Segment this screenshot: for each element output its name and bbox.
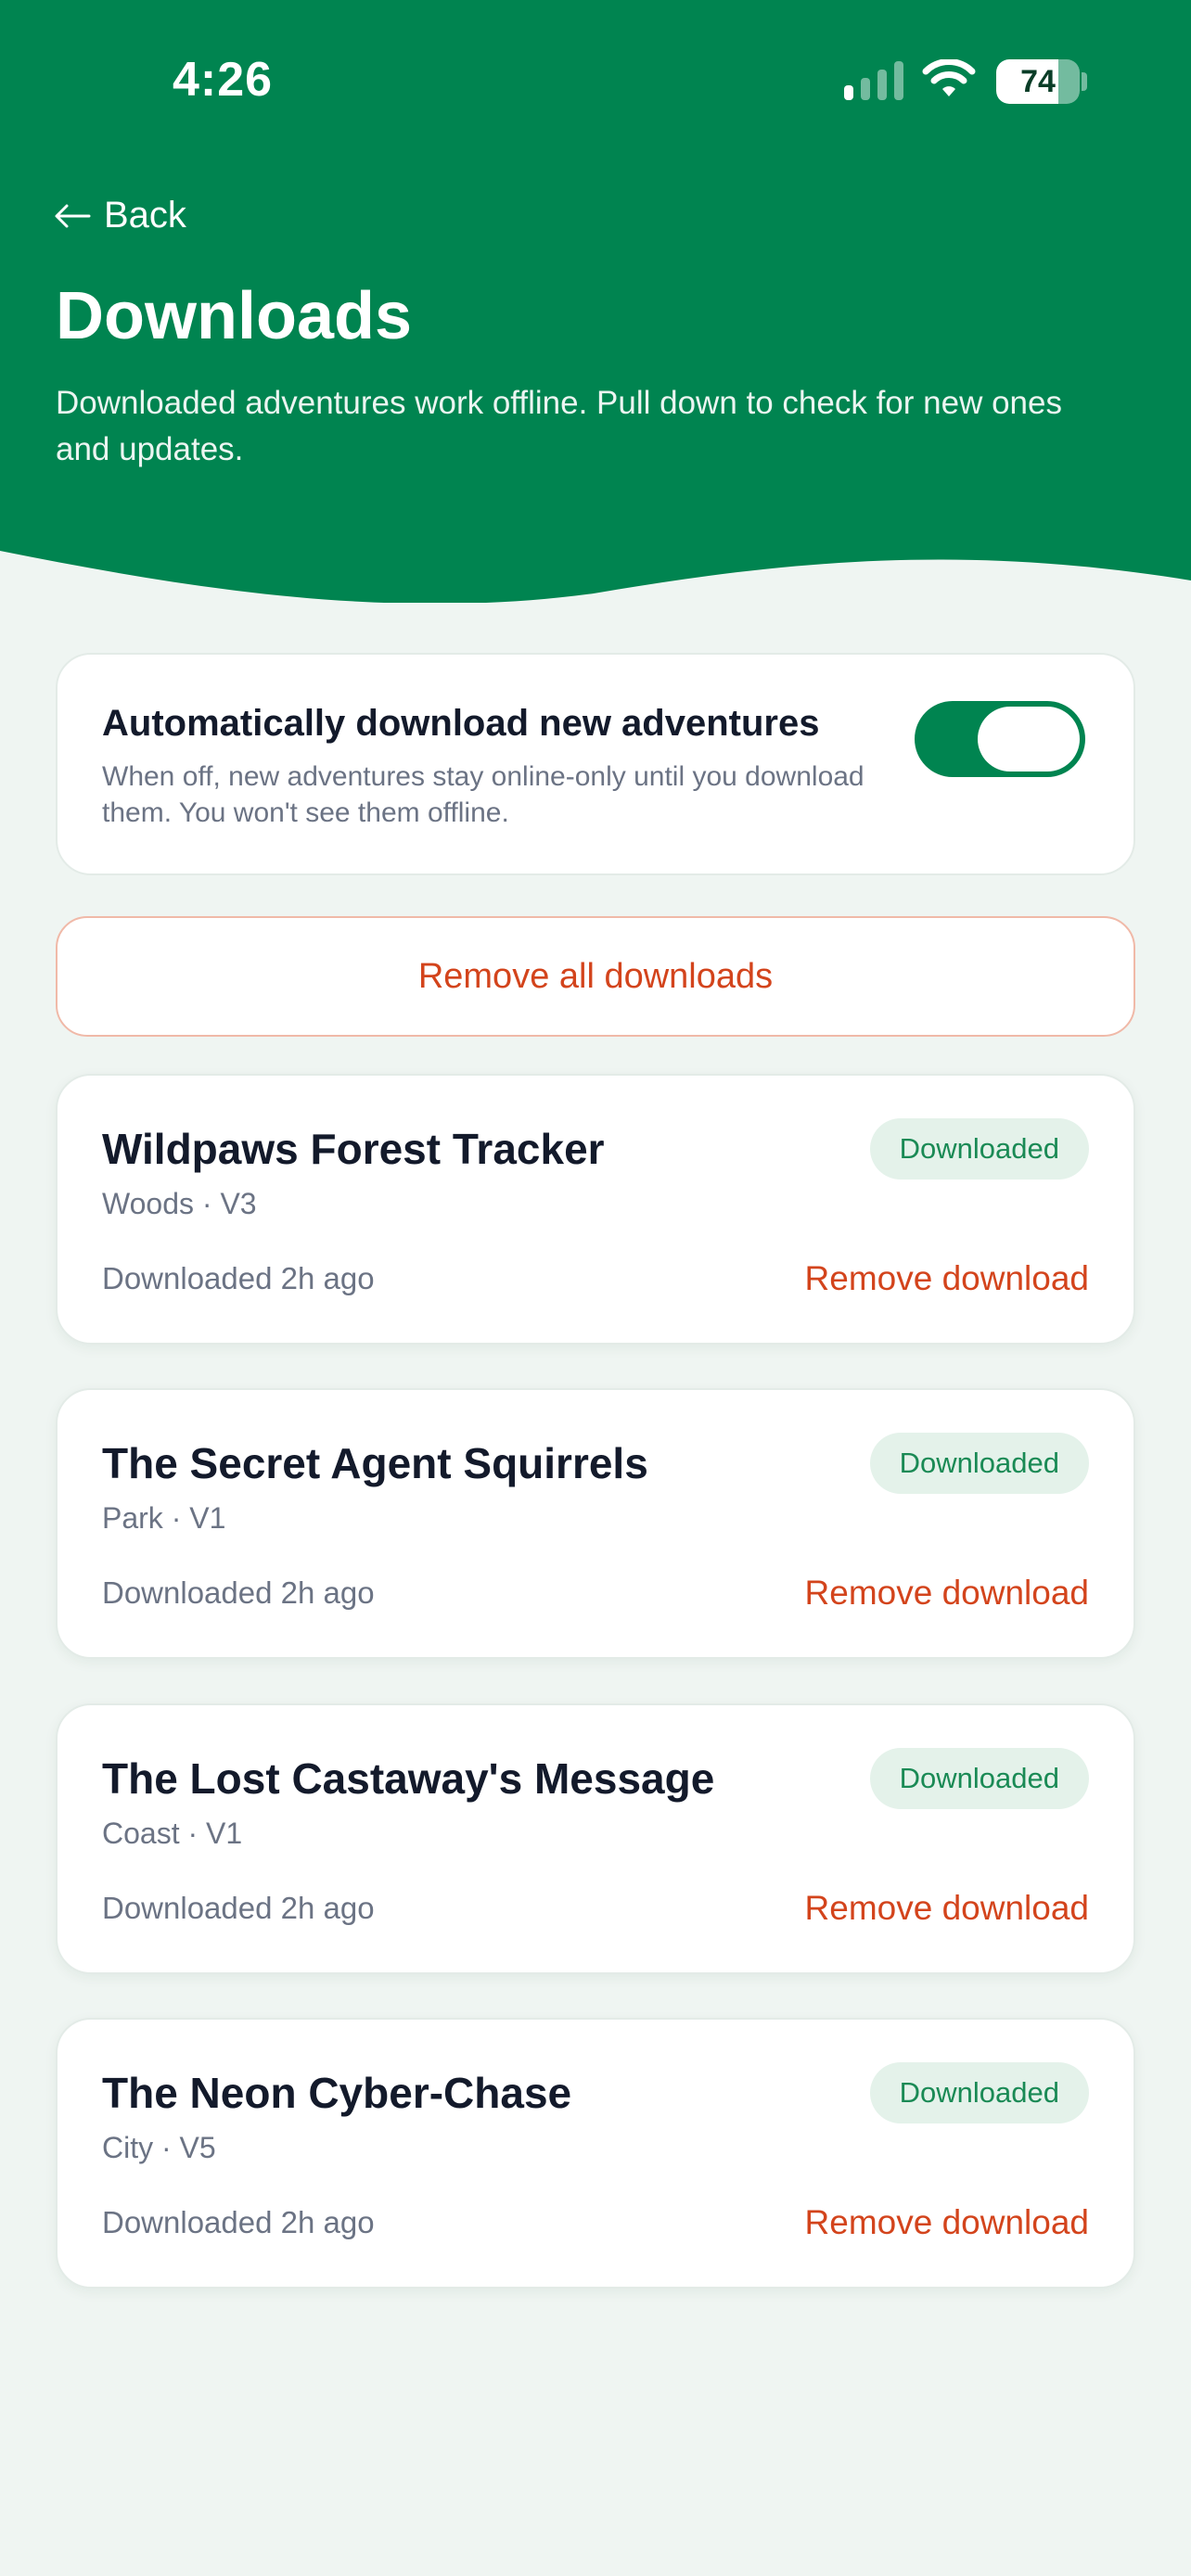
adventure-meta: Woods · V3 [102,1187,257,1220]
remove-download-button[interactable]: Remove download [805,1889,1089,1928]
auto-download-description: When off, new adventures stay online-onl… [102,761,864,828]
page-subtitle: Downloaded adventures work offline. Pull… [56,385,1062,467]
back-label: Back [104,195,186,236]
header-wave [0,551,1191,621]
auto-download-card: Automatically download new adventures Wh… [56,653,1135,875]
adventure-title: Wildpaws Forest Tracker [102,1125,605,1173]
status-bar: 4:26 74 [0,0,1191,158]
remove-download-button[interactable]: Remove download [805,1574,1089,1613]
download-time: Downloaded 2h ago [102,1891,375,1925]
downloaded-badge: Downloaded [869,1748,1089,1809]
adventure-card: Wildpaws Forest Tracker Woods · V3 Downl… [56,1074,1135,1345]
auto-download-toggle[interactable] [915,701,1085,777]
status-time: 4:26 [173,53,274,107]
downloaded-badge: Downloaded [869,1433,1089,1494]
adventure-card: The Lost Castaway's Message Coast · V1 D… [56,1703,1135,1974]
arrow-left-icon [55,204,91,227]
remove-all-downloads-button[interactable]: Remove all downloads [56,916,1135,1037]
download-time: Downloaded 2h ago [102,1575,375,1610]
battery-icon: 74 [996,59,1080,104]
download-time: Downloaded 2h ago [102,1261,375,1295]
adventure-meta: Park · V1 [102,1501,226,1535]
downloaded-badge: Downloaded [869,1118,1089,1180]
adventure-title: The Lost Castaway's Message [102,1754,715,1803]
toggle-knob [978,707,1080,772]
battery-level: 74 [1020,64,1056,99]
remove-download-button[interactable]: Remove download [805,2203,1089,2242]
battery-nub [1082,72,1087,91]
downloads-screen: 4:26 74 Back Downloads Downloaded advent… [0,0,1191,2576]
adventure-title: The Secret Agent Squirrels [102,1439,648,1487]
adventure-meta: City · V5 [102,2131,216,2164]
adventure-card: The Neon Cyber-Chase City · V5 Downloade… [56,2018,1135,2289]
remove-download-button[interactable]: Remove download [805,1259,1089,1298]
wifi-icon [922,59,976,96]
back-button[interactable]: Back [54,195,186,236]
page-title: Downloads [56,279,413,353]
cellular-signal-icon [844,61,903,100]
adventure-card: The Secret Agent Squirrels Park · V1 Dow… [56,1388,1135,1659]
auto-download-title: Automatically download new adventures [102,703,820,744]
header: 4:26 74 Back Downloads Downloaded advent… [0,0,1191,621]
adventure-meta: Coast · V1 [102,1817,243,1850]
download-time: Downloaded 2h ago [102,2205,375,2239]
adventure-title: The Neon Cyber-Chase [102,2069,572,2117]
downloaded-badge: Downloaded [869,2062,1089,2123]
